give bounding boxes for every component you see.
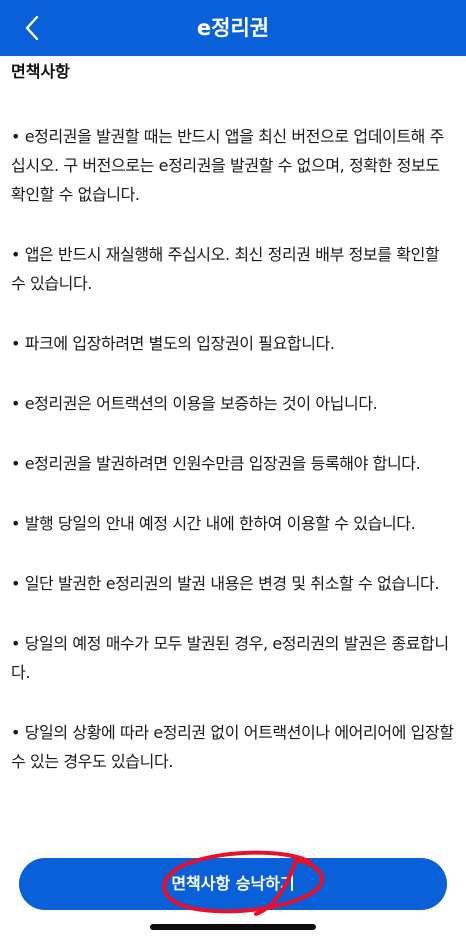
home-indicator [150, 924, 316, 930]
disclaimer-item: • 일단 발권한 e정리권의 발권 내용은 변경 및 취소할 수 없습니다. [11, 574, 440, 593]
disclaimer-item: • 당일의 상황에 따라 e정리권 없이 어트랙션이나 에어리어에 입장할 수 … [11, 723, 454, 771]
disclaimer-item: • e정리권을 발권하려면 인원수만큼 입장권을 등록해야 합니다. [11, 454, 421, 473]
nav-bar: e정리권 [0, 0, 466, 56]
disclaimer-item: • e정리권을 발권할 때는 반드시 앱을 최신 버전으로 업데이트해 주십시오… [11, 127, 444, 204]
page-title: e정리권 [196, 16, 270, 40]
disclaimer-item: • 파크에 입장하려면 별도의 입장권이 필요합니다. [11, 334, 335, 353]
disclaimer-item: • 발행 당일의 안내 예정 시간 내에 한하여 이용할 수 있습니다. [11, 514, 416, 533]
section-title: 면책사항 [11, 62, 70, 81]
disclaimer-screen: e정리권 면책사항 • e정리권을 발권할 때는 반드시 앱을 최신 버전으로 … [0, 0, 466, 941]
disclaimer-item: • e정리권은 어트랙션의 이용을 보증하는 것이 아닙니다. [11, 394, 378, 413]
agree-disclaimer-button[interactable]: 면책사항 승낙하기 [19, 858, 447, 910]
disclaimer-item: • 당일의 예정 매수가 모두 발권된 경우, e정리권의 발권은 종료합니다. [11, 634, 449, 682]
disclaimer-list: • e정리권을 발권할 때는 반드시 앱을 최신 버전으로 업데이트해 주십시오… [11, 122, 457, 807]
disclaimer-item: • 앱은 반드시 재실행해 주십시오. 최신 정리권 배부 정보를 확인할 수 … [11, 245, 440, 293]
